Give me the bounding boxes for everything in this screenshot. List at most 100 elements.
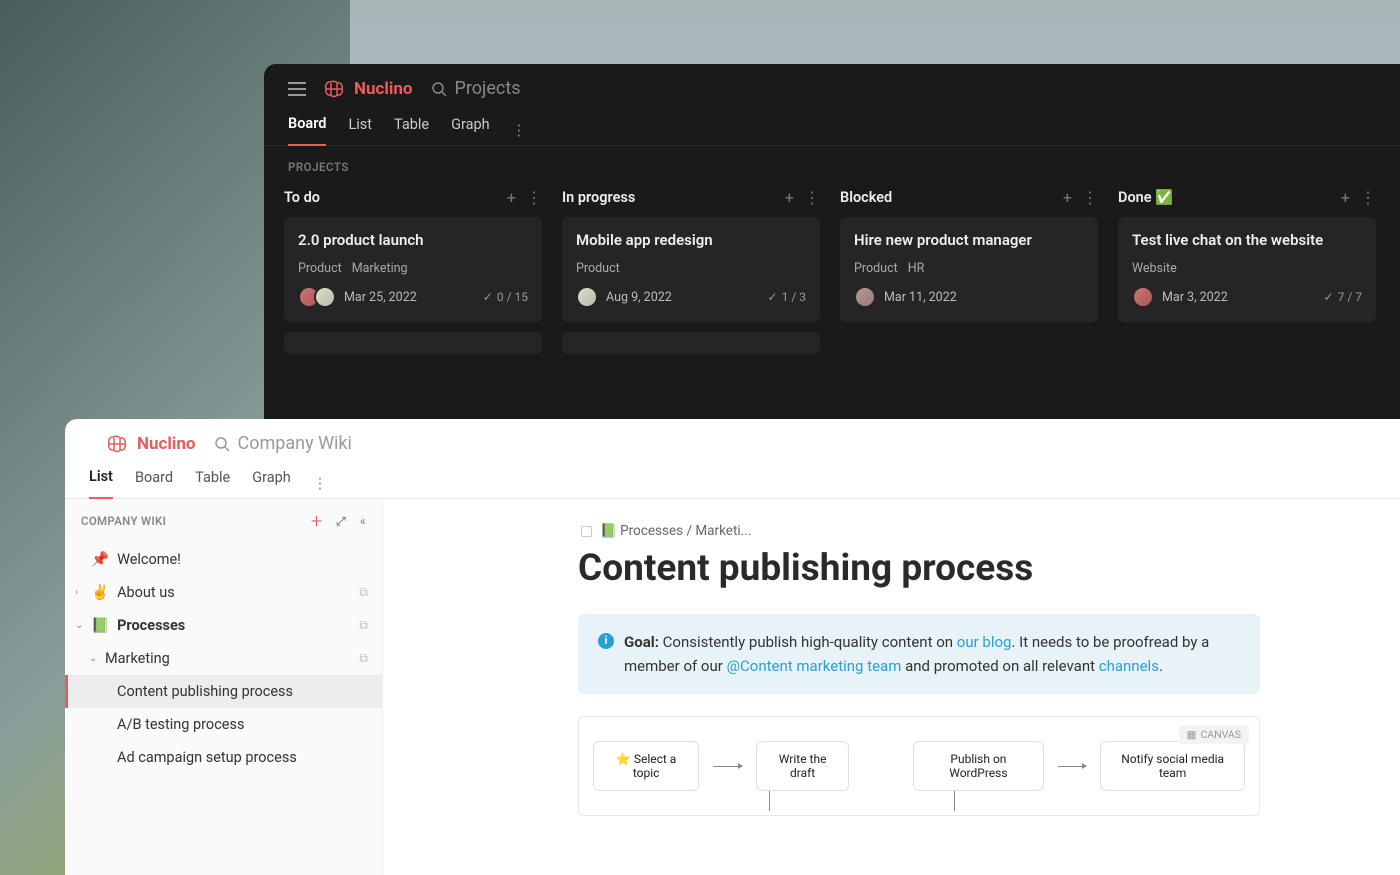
avatar-stack [576,286,598,308]
tree-item-marketing[interactable]: ⌄Marketing ⧉ [65,642,382,675]
column-more-icon[interactable]: ⋮ [1360,188,1376,207]
tree-item-content-publishing[interactable]: Content publishing process [65,675,382,708]
arrow-down-icon [954,791,955,811]
avatar-stack [1132,286,1154,308]
canvas-badge: ▦CANVAS [1179,725,1249,744]
tab-list[interactable]: List [348,116,372,145]
checkbox-icon[interactable] [581,526,592,537]
dark-titlebar: Nuclino Projects [264,64,1400,107]
pin-icon: 📌 [91,551,109,568]
tab-table[interactable]: Table [394,116,429,145]
card-title: Test live chat on the website [1132,231,1362,249]
search-label: Company Wiki [238,433,352,454]
card[interactable]: Mobile app redesign Product Aug 9, 2022 … [562,217,820,322]
tree-item-ad-campaign[interactable]: Ad campaign setup process [65,741,382,774]
tab-graph[interactable]: Graph [252,469,291,498]
company-wiki-window: Nuclino Company Wiki List Board Table Gr… [65,419,1400,875]
column-in-progress: In progress + ⋮ Mobile app redesign Produ… [562,184,820,354]
brand-logo[interactable]: Nuclino [107,434,196,454]
card-stub[interactable] [284,332,542,354]
link-channels[interactable]: channels [1099,657,1159,675]
tree-item-about[interactable]: ›✌️About us ⧉ [65,576,382,609]
page-tree: 📌Welcome! ›✌️About us ⧉ ⌄📗Processes ⧉ ⌄M… [65,543,382,774]
tab-graph[interactable]: Graph [451,116,490,145]
copy-icon[interactable]: ⧉ [359,585,368,600]
tab-list[interactable]: List [89,468,113,499]
card-tags: ProductHR [854,261,1084,276]
column-more-icon[interactable]: ⋮ [1082,188,1098,207]
link-content-team[interactable]: @Content marketing team [727,657,902,675]
info-icon: i [598,633,614,649]
expand-icon[interactable]: ⤢ [337,514,347,529]
light-titlebar: Nuclino Company Wiki [65,419,1400,460]
arrow-right-icon [1058,766,1087,767]
column-title: In progress [562,189,635,206]
column-title: Blocked [840,189,892,206]
sidebar: COMPANY WIKI + ⤢ « 📌Welcome! ›✌️About us… [65,499,383,875]
brand-logo[interactable]: Nuclino [324,79,413,99]
add-page-icon[interactable]: + [311,509,323,533]
card-tags: ProductMarketing [298,261,528,276]
card-tags: Website [1132,261,1362,276]
card-title: Hire new product manager [854,231,1084,249]
collapse-sidebar-icon[interactable]: « [360,514,366,528]
canvas-diagram[interactable]: ▦CANVAS ⭐ Select a topic Write the draft… [578,716,1260,816]
arrow-down-icon [769,791,770,811]
tree-item-welcome[interactable]: 📌Welcome! [65,543,382,576]
view-tabs: List Board Table Graph ⋮ [65,460,1400,499]
column-todo: To do + ⋮ 2.0 product launch ProductMarke… [284,184,542,354]
card-progress: ✓0 / 15 [483,290,528,304]
card[interactable]: Test live chat on the website Website Ma… [1118,217,1376,322]
diagram-node[interactable]: Publish on WordPress [913,741,1044,791]
column-title: Done ✅ [1118,189,1173,206]
link-our-blog[interactable]: our blog [957,633,1012,651]
checklist-icon: ✓ [1324,290,1334,304]
tab-board[interactable]: Board [288,115,326,146]
page-title: Content publishing process [578,547,1360,590]
tree-item-processes[interactable]: ⌄📗Processes ⧉ [65,609,382,642]
card-date: Mar 3, 2022 [1162,290,1228,305]
add-card-icon[interactable]: + [1063,188,1072,207]
copy-icon[interactable]: ⧉ [359,618,368,633]
card[interactable]: 2.0 product launch ProductMarketing Mar … [284,217,542,322]
add-card-icon[interactable]: + [507,188,516,207]
diagram-node[interactable]: Notify social media team [1100,741,1245,791]
card-title: Mobile app redesign [576,231,806,249]
brand-text: Nuclino [137,434,196,454]
avatar-stack [854,286,876,308]
chevron-down-icon[interactable]: ⌄ [89,653,101,664]
card-progress: ✓7 / 7 [1324,290,1362,304]
brand-text: Nuclino [354,79,413,99]
goal-label: Goal: [624,633,659,651]
column-more-icon[interactable]: ⋮ [526,188,542,207]
search-icon [214,436,230,452]
search-icon [431,81,447,97]
card-date: Mar 11, 2022 [884,290,957,305]
add-card-icon[interactable]: + [785,188,794,207]
menu-icon[interactable] [288,82,306,96]
tree-item-ab-testing[interactable]: A/B testing process [65,708,382,741]
copy-icon[interactable]: ⧉ [359,651,368,666]
search-field[interactable]: Projects [431,78,521,99]
more-icon[interactable]: ⋮ [313,475,328,492]
card-tags: Product [576,261,806,276]
diagram-node[interactable]: ⭐ Select a topic [593,741,699,791]
arrow-right-icon [713,766,742,767]
view-tabs: Board List Table Graph ⋮ [264,107,1400,146]
column-title: To do [284,189,320,206]
tab-board[interactable]: Board [135,469,173,498]
breadcrumb[interactable]: 📗 Processes / Marketi... [581,523,1360,539]
diagram-node[interactable]: Write the draft [756,741,850,791]
card-stub[interactable] [562,332,820,354]
search-label: Projects [455,78,521,99]
chevron-right-icon[interactable]: › [75,587,87,598]
tab-table[interactable]: Table [195,469,230,498]
chevron-down-icon[interactable]: ⌄ [75,620,87,631]
card-progress: ✓1 / 3 [768,290,806,304]
section-label: PROJECTS [264,146,1400,184]
more-icon[interactable]: ⋮ [512,122,527,139]
card[interactable]: Hire new product manager ProductHR Mar 1… [840,217,1098,322]
column-more-icon[interactable]: ⋮ [804,188,820,207]
search-field[interactable]: Company Wiki [214,433,352,454]
add-card-icon[interactable]: + [1341,188,1350,207]
